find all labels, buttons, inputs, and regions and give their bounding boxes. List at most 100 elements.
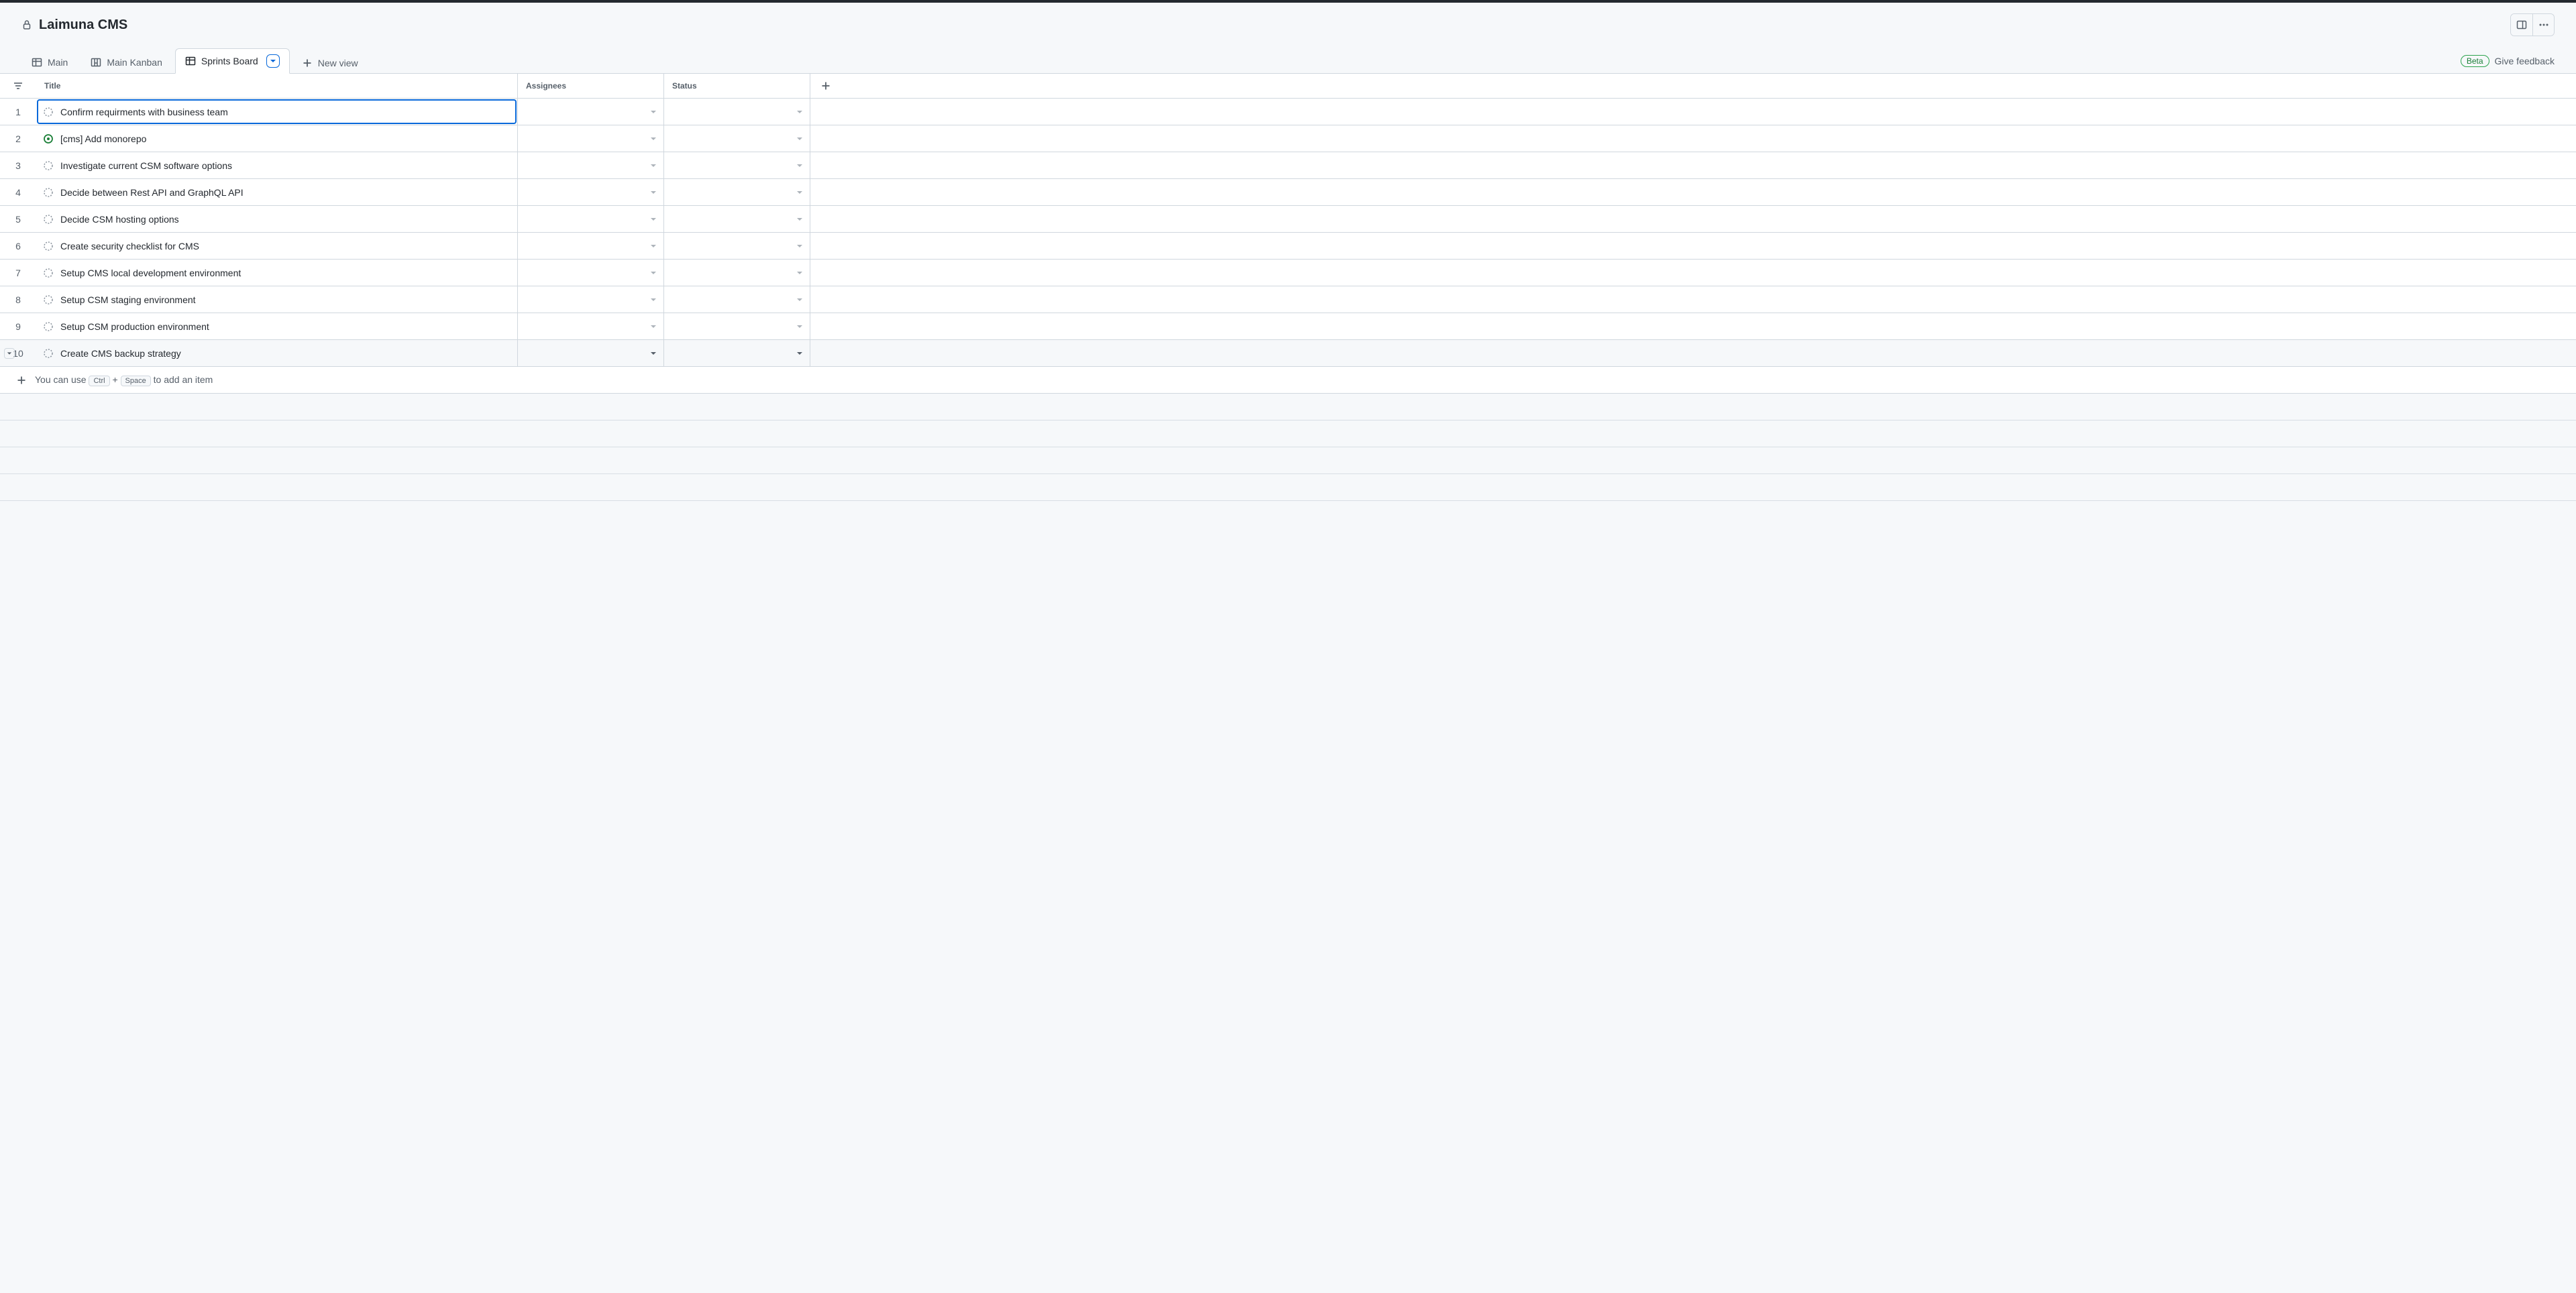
cell-title[interactable]: Setup CMS local development environment bbox=[36, 260, 518, 286]
chevron-down-icon bbox=[796, 323, 803, 330]
table-row[interactable]: 1 Confirm requirments with business team bbox=[0, 99, 2576, 125]
cell-status[interactable] bbox=[664, 99, 810, 125]
new-view-button[interactable]: New view bbox=[292, 52, 368, 74]
cell-empty bbox=[810, 152, 2576, 178]
cell-title[interactable]: Investigate current CSM software options bbox=[36, 152, 518, 178]
issue-title: Setup CSM production environment bbox=[60, 321, 209, 332]
cell-title[interactable]: Decide between Rest API and GraphQL API bbox=[36, 179, 518, 205]
row-number: 4 bbox=[0, 179, 36, 205]
draft-issue-icon bbox=[43, 268, 54, 278]
filter-button[interactable] bbox=[0, 74, 36, 98]
tab-main[interactable]: Main bbox=[21, 51, 78, 74]
draft-issue-icon bbox=[43, 294, 54, 305]
project-table: Title Assignees Status 1 Confirm requirme… bbox=[0, 73, 2576, 394]
chevron-down-icon bbox=[650, 270, 657, 276]
table-row[interactable]: 7Setup CMS local development environment bbox=[0, 260, 2576, 286]
plus-icon bbox=[820, 80, 831, 91]
row-number: 10 bbox=[0, 340, 36, 366]
new-view-label: New view bbox=[318, 58, 358, 68]
tab-sprints-board[interactable]: Sprints Board bbox=[175, 48, 290, 74]
kbd-ctrl: Ctrl bbox=[89, 376, 109, 386]
table-row[interactable]: 4 Decide between Rest API and GraphQL API bbox=[0, 179, 2576, 206]
table-row[interactable]: 2[cms] Add monorepo bbox=[0, 125, 2576, 152]
chevron-down-icon bbox=[650, 323, 657, 330]
cell-empty bbox=[810, 179, 2576, 205]
row-menu-button[interactable] bbox=[4, 348, 15, 359]
tab-options-button[interactable] bbox=[266, 54, 280, 68]
cell-assignees[interactable] bbox=[518, 152, 664, 178]
cell-status[interactable] bbox=[664, 179, 810, 205]
cell-assignees[interactable] bbox=[518, 260, 664, 286]
cell-title[interactable]: Decide CSM hosting options bbox=[36, 206, 518, 232]
chevron-down-icon bbox=[796, 109, 803, 115]
add-column-button[interactable] bbox=[810, 74, 841, 98]
panel-toggle-button[interactable] bbox=[2511, 14, 2532, 36]
cell-empty bbox=[810, 313, 2576, 339]
header-button-group bbox=[2510, 13, 2555, 36]
row-number-text: 1 bbox=[15, 107, 21, 117]
kebab-icon bbox=[2538, 19, 2549, 30]
row-number: 2 bbox=[0, 125, 36, 152]
cell-status[interactable] bbox=[664, 125, 810, 152]
row-number-text: 4 bbox=[15, 187, 21, 198]
cell-empty bbox=[810, 340, 2576, 366]
cell-empty bbox=[810, 286, 2576, 313]
table-row[interactable]: 5Decide CSM hosting options bbox=[0, 206, 2576, 233]
give-feedback-link[interactable]: Give feedback bbox=[2495, 56, 2555, 66]
cell-title[interactable]: [cms] Add monorepo bbox=[36, 125, 518, 152]
row-number: 6 bbox=[0, 233, 36, 259]
cell-empty bbox=[810, 260, 2576, 286]
cell-empty bbox=[810, 233, 2576, 259]
cell-assignees[interactable] bbox=[518, 179, 664, 205]
cell-title[interactable]: Setup CSM staging environment bbox=[36, 286, 518, 313]
cell-assignees[interactable] bbox=[518, 206, 664, 232]
row-number-text: 8 bbox=[15, 294, 21, 305]
row-number: 9 bbox=[0, 313, 36, 339]
issue-title: Decide CSM hosting options bbox=[60, 214, 179, 225]
tab-main-kanban[interactable]: Main Kanban bbox=[80, 51, 172, 74]
ghost-row bbox=[0, 420, 2576, 447]
project-title: Laimuna CMS bbox=[39, 17, 127, 33]
table-row[interactable]: 8 Setup CSM staging environment bbox=[0, 286, 2576, 313]
table-row[interactable]: 9 Setup CSM production environment bbox=[0, 313, 2576, 340]
cell-title[interactable]: Confirm requirments with business team bbox=[36, 99, 518, 125]
cell-title[interactable]: Create security checklist for CMS bbox=[36, 233, 518, 259]
table-row[interactable]: 3Investigate current CSM software option… bbox=[0, 152, 2576, 179]
cell-status[interactable] bbox=[664, 340, 810, 366]
add-item-row[interactable]: You can use Ctrl + Space to add an item bbox=[0, 367, 2576, 394]
chevron-down-icon bbox=[796, 270, 803, 276]
column-header-status[interactable]: Status bbox=[664, 74, 810, 98]
cell-assignees[interactable] bbox=[518, 286, 664, 313]
tab-label: Main Kanban bbox=[107, 57, 162, 68]
cell-title[interactable]: Setup CSM production environment bbox=[36, 313, 518, 339]
tab-label: Main bbox=[48, 57, 68, 68]
table-icon bbox=[32, 57, 42, 68]
cell-title[interactable]: Create CMS backup strategy bbox=[36, 340, 518, 366]
issue-title: Setup CMS local development environment bbox=[60, 268, 241, 278]
chevron-down-icon bbox=[796, 216, 803, 223]
cell-assignees[interactable] bbox=[518, 125, 664, 152]
cell-assignees[interactable] bbox=[518, 313, 664, 339]
table-row[interactable]: 10Create CMS backup strategy bbox=[0, 340, 2576, 367]
cell-status[interactable] bbox=[664, 260, 810, 286]
issue-title: Setup CSM staging environment bbox=[60, 294, 196, 305]
more-menu-button[interactable] bbox=[2532, 14, 2554, 36]
cell-status[interactable] bbox=[664, 206, 810, 232]
plus-icon bbox=[16, 375, 27, 386]
cell-status[interactable] bbox=[664, 233, 810, 259]
chevron-down-icon bbox=[650, 162, 657, 169]
cell-assignees[interactable] bbox=[518, 233, 664, 259]
cell-assignees[interactable] bbox=[518, 340, 664, 366]
column-header-assignees[interactable]: Assignees bbox=[518, 74, 664, 98]
chevron-down-icon bbox=[796, 162, 803, 169]
table-row[interactable]: 6 Create security checklist for CMS bbox=[0, 233, 2576, 260]
column-header-title[interactable]: Title bbox=[36, 74, 518, 98]
cell-assignees[interactable] bbox=[518, 99, 664, 125]
cell-status[interactable] bbox=[664, 286, 810, 313]
cell-status[interactable] bbox=[664, 313, 810, 339]
add-hint-text: You can use Ctrl + Space to add an item bbox=[35, 374, 213, 386]
cell-status[interactable] bbox=[664, 152, 810, 178]
issue-title: Create security checklist for CMS bbox=[60, 241, 199, 251]
ghost-row bbox=[0, 474, 2576, 501]
draft-issue-icon bbox=[43, 348, 54, 359]
